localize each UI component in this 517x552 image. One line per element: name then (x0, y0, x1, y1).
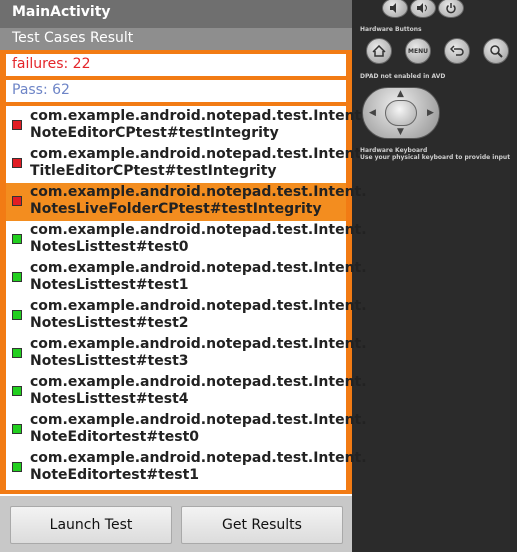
test-method: NotesListtest#test3 (30, 353, 189, 369)
list-item[interactable]: com.example.android.notepad.test.Intent.… (6, 335, 367, 373)
dpad[interactable]: ▲ ▼ ◀ ▶ (362, 87, 440, 139)
test-method: NotesLiveFolderCPtest#testIntegrity (30, 201, 322, 217)
test-package: com.example.android.notepad.test.Intent. (30, 146, 367, 162)
keyboard-hint: Use your physical keyboard to provide in… (360, 154, 511, 161)
list-item[interactable]: com.example.android.notepad.test.Intent.… (6, 297, 367, 335)
dpad-up-icon: ▲ (397, 89, 404, 99)
test-method: NoteEditorCPtest#testIntegrity (30, 125, 279, 141)
test-method: NoteEditortest#test1 (30, 467, 200, 483)
fail-status-icon (12, 196, 22, 206)
dpad-center-button[interactable] (385, 100, 417, 126)
test-name: com.example.android.notepad.test.Intent.… (30, 108, 367, 142)
list-item[interactable]: com.example.android.notepad.test.Intent.… (6, 259, 367, 297)
home-button[interactable] (366, 38, 392, 64)
app-title: MainActivity (12, 4, 111, 20)
test-method: NotesListtest#test4 (30, 391, 189, 407)
pass-status-icon (12, 462, 22, 472)
power-button[interactable] (438, 0, 464, 18)
divider (0, 490, 352, 494)
test-name: com.example.android.notepad.test.Intent.… (30, 260, 367, 294)
home-icon (372, 45, 386, 57)
list-item[interactable]: com.example.android.notepad.test.Intent.… (6, 107, 367, 145)
test-method: NotesListtest#test0 (30, 239, 189, 255)
title-bar: MainActivity (0, 0, 352, 28)
list-item[interactable]: com.example.android.notepad.test.Intent.… (6, 145, 367, 183)
pass-status-icon (12, 272, 22, 282)
list-item[interactable]: com.example.android.notepad.test.Intent.… (6, 221, 367, 259)
test-method: NoteEditortest#test0 (30, 429, 200, 445)
volume-down-button[interactable] (382, 0, 408, 18)
failures-count: failures: 22 (12, 56, 91, 72)
test-name: com.example.android.notepad.test.Intent.… (30, 146, 367, 180)
fail-status-icon (12, 158, 22, 168)
test-method: TitleEditorCPtest#testIntegrity (30, 163, 277, 179)
dpad-label: DPAD not enabled in AVD (360, 73, 446, 80)
section-title: Test Cases Result (12, 30, 134, 46)
fail-status-icon (12, 120, 22, 130)
test-package: com.example.android.notepad.test.Intent. (30, 412, 367, 428)
back-button[interactable] (444, 38, 470, 64)
get-results-button[interactable]: Get Results (181, 506, 343, 544)
test-method: NotesListtest#test2 (30, 315, 189, 331)
menu-button[interactable]: MENU (405, 38, 431, 64)
list-item[interactable]: com.example.android.notepad.test.Intent.… (6, 449, 367, 487)
pass-status-icon (12, 234, 22, 244)
list-item[interactable]: com.example.android.notepad.test.Intent.… (6, 411, 367, 449)
test-package: com.example.android.notepad.test.Intent. (30, 260, 367, 276)
test-package: com.example.android.notepad.test.Intent. (30, 222, 367, 238)
results-list[interactable]: com.example.android.notepad.test.Intent.… (6, 107, 367, 490)
test-name: com.example.android.notepad.test.Intent.… (30, 450, 367, 484)
pass-status-icon (12, 310, 22, 320)
button-bar: Launch Test Get Results (0, 496, 352, 552)
test-name: com.example.android.notepad.test.Intent.… (30, 336, 367, 370)
launch-test-button[interactable]: Launch Test (10, 506, 172, 544)
keyboard-title: Hardware Keyboard (360, 147, 428, 154)
volume-up-button[interactable] (410, 0, 436, 18)
list-item[interactable]: com.example.android.notepad.test.Intent.… (6, 373, 367, 411)
power-icon (446, 3, 456, 14)
pass-count: Pass: 62 (12, 82, 70, 98)
search-button[interactable] (483, 38, 509, 64)
pass-row: Pass: 62 (6, 80, 346, 102)
pass-status-icon (12, 424, 22, 434)
test-package: com.example.android.notepad.test.Intent. (30, 336, 367, 352)
test-name: com.example.android.notepad.test.Intent.… (30, 412, 367, 446)
test-package: com.example.android.notepad.test.Intent. (30, 298, 367, 314)
test-name: com.example.android.notepad.test.Intent.… (30, 298, 367, 332)
divider (0, 102, 352, 106)
dpad-down-icon: ▼ (397, 127, 404, 137)
failures-row: failures: 22 (6, 54, 346, 76)
back-icon (450, 45, 464, 56)
dpad-left-icon: ◀ (369, 108, 376, 118)
volume-up-icon (417, 3, 427, 13)
dpad-right-icon: ▶ (427, 108, 434, 118)
test-package: com.example.android.notepad.test.Intent. (30, 450, 367, 466)
test-name: com.example.android.notepad.test.Intent.… (30, 222, 367, 256)
test-package: com.example.android.notepad.test.Intent. (30, 108, 367, 124)
list-item[interactable]: com.example.android.notepad.test.Intent.… (6, 183, 367, 221)
volume-down-icon (390, 3, 396, 13)
test-method: NotesListtest#test1 (30, 277, 189, 293)
hardware-buttons-label: Hardware Buttons (360, 26, 422, 33)
pass-status-icon (12, 348, 22, 358)
test-package: com.example.android.notepad.test.Intent. (30, 374, 367, 390)
test-package: com.example.android.notepad.test.Intent. (30, 184, 367, 200)
device-screen: MainActivity Test Cases Result failures:… (0, 0, 367, 552)
pass-status-icon (12, 386, 22, 396)
section-header: Test Cases Result (0, 28, 352, 50)
test-name: com.example.android.notepad.test.Intent.… (30, 374, 367, 408)
test-name: com.example.android.notepad.test.Intent.… (30, 184, 367, 218)
search-icon (490, 45, 503, 58)
